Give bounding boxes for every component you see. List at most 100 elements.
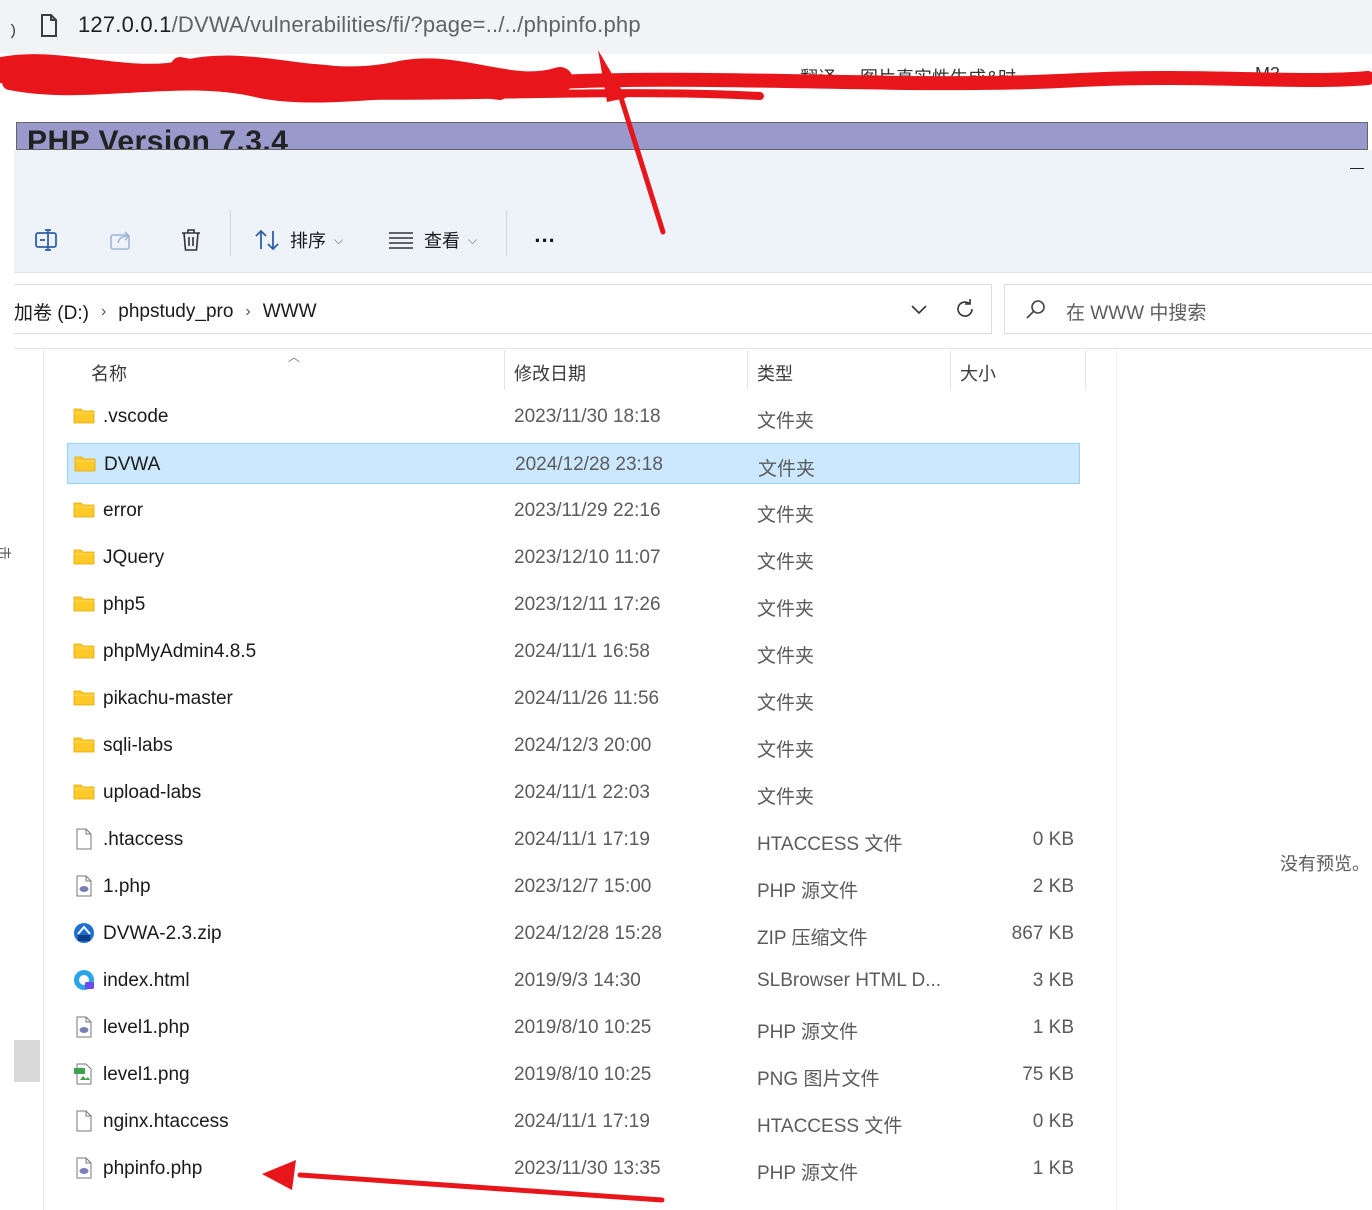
- file-size: 0 KB: [1032, 1111, 1074, 1132]
- delete-button[interactable]: [178, 220, 204, 260]
- column-header-type[interactable]: 类型: [747, 350, 950, 390]
- file-type: 文件夹: [757, 411, 815, 432]
- folder-icon: [256, 71, 276, 86]
- bookmark-label: 漏洞靶场: [160, 68, 232, 88]
- file-type: 文件夹: [757, 646, 815, 667]
- file-type: 文件夹: [757, 693, 815, 714]
- file-name: error: [103, 500, 144, 521]
- table-row[interactable]: level1.png 2019/8/10 10:25 PNG 图片文件 75 KB: [67, 1054, 1080, 1095]
- bookmark-item[interactable]: ...M3 ...: [1240, 64, 1300, 85]
- minimize-button[interactable]: [1350, 168, 1364, 169]
- history-dropdown-icon[interactable]: [909, 297, 929, 321]
- address-breadcrumb-bar[interactable]: 加卷 (D:) › phpstudy_pro › WWW: [14, 284, 992, 334]
- breadcrumb-www[interactable]: WWW: [263, 301, 317, 323]
- table-row[interactable]: upload-labs 2024/11/1 22:03 文件夹: [67, 772, 1080, 813]
- file-name: nginx.htaccess: [103, 1111, 229, 1132]
- table-row[interactable]: nginx.htaccess 2024/11/1 17:19 HTACCESS 文件…: [67, 1101, 1080, 1142]
- bookmark-item[interactable]: ctf网: [256, 64, 317, 90]
- column-header-name[interactable]: 名称: [44, 350, 504, 390]
- file-date: 2024/11/26 11:56: [514, 688, 660, 709]
- file-date: 2023/11/29 22:16: [514, 500, 661, 521]
- table-row[interactable]: error 2023/11/29 22:16 文件夹: [67, 490, 1080, 531]
- file-name: 1.php: [103, 876, 151, 897]
- php-file-icon: [73, 1157, 95, 1179]
- view-button[interactable]: 查看 ⌵: [388, 220, 477, 260]
- file-date: 2019/8/10 10:25: [514, 1064, 652, 1085]
- folder-icon: [73, 593, 95, 615]
- refresh-icon[interactable]: [953, 297, 977, 321]
- table-row[interactable]: pikachu-master 2024/11/26 11:56 文件夹: [67, 678, 1080, 719]
- file-date: 2019/9/3 14:30: [514, 970, 641, 991]
- pane-divider: [43, 350, 44, 1210]
- file-name: DVWA: [104, 454, 161, 475]
- table-row[interactable]: DVWA-2.3.zip 2024/12/28 15:28 ZIP 压缩文件 867 …: [67, 913, 1080, 954]
- file-icon: [73, 828, 95, 850]
- file-type: PHP 源文件: [757, 1022, 859, 1043]
- folder-icon: [73, 640, 95, 662]
- file-type: SLBrowser HTML D...: [757, 970, 942, 991]
- url-field[interactable]: 127.0.0.1/DVWA/vulnerabilities/fi/?page=…: [78, 12, 641, 38]
- file-date: 2023/12/10 11:07: [514, 547, 661, 568]
- rename-button[interactable]: [32, 220, 62, 260]
- file-size: 3 KB: [1032, 970, 1074, 991]
- table-row[interactable]: JQuery 2023/12/10 11:07 文件夹: [67, 537, 1080, 578]
- column-header-size[interactable]: 大小: [950, 350, 1086, 390]
- bookmark-item[interactable]: 图片真实性生成&时: [860, 64, 1016, 90]
- search-icon: [1026, 300, 1045, 319]
- file-type: PNG 图片文件: [757, 1069, 880, 1090]
- file-name: phpinfo.php: [103, 1158, 203, 1179]
- table-row[interactable]: level1.php 2019/8/10 10:25 PHP 源文件 1 KB: [67, 1007, 1080, 1048]
- php-version-banner: PHP Version 7.3.4: [16, 122, 1368, 150]
- view-list-icon: [389, 232, 413, 249]
- column-label: 名称: [91, 364, 127, 384]
- file-date: 2023/12/7 15:00: [514, 876, 652, 897]
- table-row[interactable]: .vscode 2023/11/30 18:18 文件夹: [67, 396, 1080, 437]
- file-type: ZIP 压缩文件: [757, 928, 868, 949]
- more-options-button[interactable]: ...: [530, 220, 560, 260]
- file-size: 1 KB: [1032, 1017, 1074, 1038]
- file-name: DVWA-2.3.zip: [103, 923, 222, 944]
- column-header-date[interactable]: 修改日期: [504, 350, 747, 390]
- file-type: HTACCESS 文件: [757, 834, 903, 855]
- table-row[interactable]: DVWA 2024/12/28 23:18 文件夹: [67, 443, 1080, 484]
- table-row[interactable]: phpinfo.php 2023/11/30 13:35 PHP 源文件 1 KB: [67, 1148, 1080, 1189]
- breadcrumb-phpstudy[interactable]: phpstudy_pro: [118, 301, 233, 323]
- table-row[interactable]: sqli-labs 2024/12/3 20:00 文件夹: [67, 725, 1080, 766]
- bookmark-item[interactable]: ctf工具: [380, 64, 435, 90]
- file-date: 2024/12/28 23:18: [515, 454, 663, 475]
- divider: [14, 348, 1372, 349]
- table-row[interactable]: 1.php 2023/12/7 15:00 PHP 源文件 2 KB: [67, 866, 1080, 907]
- bookmark-item[interactable]: 漏洞靶场: [136, 64, 232, 90]
- table-row[interactable]: php5 2023/12/11 17:26 文件夹: [67, 584, 1080, 625]
- file-type: 文件夹: [757, 740, 815, 761]
- divider: [14, 272, 1372, 273]
- file-name: level1.png: [103, 1064, 190, 1085]
- search-box[interactable]: 在 WWW 中搜索: [1004, 284, 1372, 334]
- share-button[interactable]: [106, 220, 136, 260]
- nav-scrollbar-thumb[interactable]: [14, 1040, 40, 1082]
- table-row[interactable]: index.html 2019/9/3 14:30 SLBrowser HTML D…: [67, 960, 1080, 1001]
- folder-icon: [73, 499, 95, 521]
- file-name: sqli-labs: [103, 735, 173, 756]
- sort-button[interactable]: 排序 ⌵: [254, 220, 343, 260]
- bookmark-item[interactable]: 漏洞平台: [30, 64, 102, 90]
- preview-pane-message: 没有预览。: [1280, 854, 1370, 874]
- file-date: 2023/11/30 18:18: [514, 406, 661, 427]
- table-row[interactable]: phpMyAdmin4.8.5 2024/11/1 16:58 文件夹: [67, 631, 1080, 672]
- breadcrumb-drive[interactable]: 加卷 (D:): [14, 298, 89, 325]
- file-type: HTACCESS 文件: [757, 1116, 903, 1137]
- column-separator[interactable]: [1085, 350, 1086, 390]
- php-file-icon: [73, 1016, 95, 1038]
- bookmark-item[interactable]: 翻译: [800, 64, 836, 90]
- back-glyph[interactable]: ﹚: [2, 12, 24, 44]
- folder-icon: [73, 734, 95, 756]
- file-name: phpMyAdmin4.8.5: [103, 641, 257, 662]
- trash-icon: [182, 229, 200, 251]
- page-info-icon[interactable]: [40, 14, 58, 38]
- nav-pane-text: 击: [0, 546, 14, 560]
- file-size: 75 KB: [1022, 1064, 1074, 1085]
- table-row[interactable]: .htaccess 2024/11/1 17:19 HTACCESS 文件 0 KB: [67, 819, 1080, 860]
- column-label: 修改日期: [514, 364, 586, 384]
- folder-icon: [74, 453, 96, 475]
- file-type: PHP 源文件: [757, 1163, 859, 1184]
